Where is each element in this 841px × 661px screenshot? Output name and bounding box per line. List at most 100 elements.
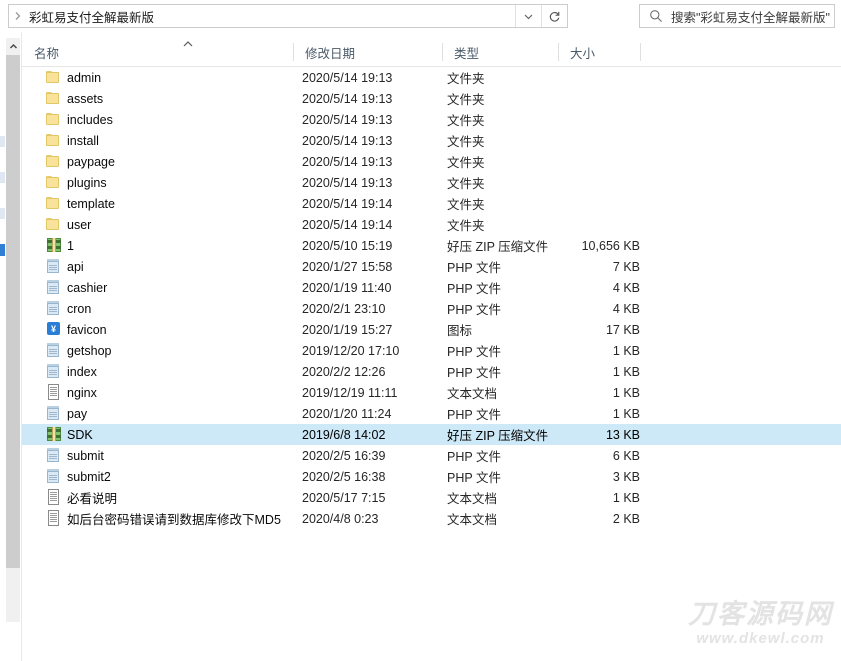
file-type: 文本文档 <box>447 383 577 402</box>
file-list[interactable]: admin2020/5/14 19:13文件夹assets2020/5/14 1… <box>22 67 841 661</box>
file-name[interactable]: submit <box>67 449 307 463</box>
file-icon-cell <box>46 363 62 379</box>
file-list-row[interactable]: plugins2020/5/14 19:13文件夹 <box>22 172 841 193</box>
file-list-row[interactable]: 如后台密码错误请到数据库修改下MD52020/4/8 0:23文本文档2 KB <box>22 508 841 529</box>
file-name[interactable]: submit2 <box>67 470 307 484</box>
file-list-row[interactable]: SDK2019/6/8 14:02好压 ZIP 压缩文件13 KB <box>22 424 841 445</box>
file-name[interactable]: api <box>67 260 307 274</box>
file-list-row[interactable]: admin2020/5/14 19:13文件夹 <box>22 67 841 88</box>
file-type: 文件夹 <box>447 152 577 171</box>
refresh-button[interactable] <box>541 5 567 27</box>
column-separator[interactable] <box>640 43 641 61</box>
file-date-modified: 2020/1/27 15:58 <box>302 260 447 274</box>
file-name[interactable]: nginx <box>67 386 307 400</box>
file-list-row[interactable]: getshop2019/12/20 17:10PHP 文件1 KB <box>22 340 841 361</box>
file-type: 文本文档 <box>447 509 577 528</box>
file-list-row[interactable]: install2020/5/14 19:13文件夹 <box>22 130 841 151</box>
nav-item-fragment <box>0 244 5 256</box>
file-type: 文件夹 <box>447 131 577 150</box>
file-name[interactable]: getshop <box>67 344 307 358</box>
column-header-name[interactable]: 名称 <box>22 38 293 66</box>
file-name[interactable]: favicon <box>67 323 307 337</box>
file-name[interactable]: install <box>67 134 307 148</box>
file-list-row[interactable]: includes2020/5/14 19:13文件夹 <box>22 109 841 130</box>
file-name[interactable]: assets <box>67 92 307 106</box>
file-type: PHP 文件 <box>447 341 577 360</box>
file-date-modified: 2019/6/8 14:02 <box>302 428 447 442</box>
search-input-placeholder[interactable]: 搜索"彩虹易支付全解最新版" <box>671 7 830 26</box>
file-date-modified: 2020/5/14 19:13 <box>302 155 447 169</box>
file-list-row[interactable]: 必看说明2020/5/17 7:15文本文档1 KB <box>22 487 841 508</box>
scrollbar-thumb[interactable] <box>6 55 20 568</box>
file-name[interactable]: 1 <box>67 239 307 253</box>
file-name[interactable]: plugins <box>67 176 307 190</box>
column-header-size-label: 大小 <box>570 43 595 62</box>
navigation-pane-scrollbar[interactable] <box>6 38 20 622</box>
file-name[interactable]: index <box>67 365 307 379</box>
column-header-type-label: 类型 <box>454 43 479 62</box>
breadcrumb-current-folder[interactable]: 彩虹易支付全解最新版 <box>27 7 515 26</box>
file-icon-cell <box>46 237 62 253</box>
file-list-row[interactable]: cron2020/2/1 23:10PHP 文件4 KB <box>22 298 841 319</box>
file-type: PHP 文件 <box>447 257 577 276</box>
file-date-modified: 2020/2/2 12:26 <box>302 365 447 379</box>
file-list-row[interactable]: submit2020/2/5 16:39PHP 文件6 KB <box>22 445 841 466</box>
column-header-row: 名称 修改日期 类型 大小 <box>22 38 841 67</box>
file-date-modified: 2020/1/20 11:24 <box>302 407 447 421</box>
file-type: 好压 ZIP 压缩文件 <box>447 425 577 444</box>
file-size: 4 KB <box>567 281 640 295</box>
file-list-row[interactable]: template2020/5/14 19:14文件夹 <box>22 193 841 214</box>
file-date-modified: 2020/5/14 19:13 <box>302 176 447 190</box>
file-list-row[interactable]: assets2020/5/14 19:13文件夹 <box>22 88 841 109</box>
file-type: 文件夹 <box>447 68 577 87</box>
file-type: 图标 <box>447 320 577 339</box>
file-name[interactable]: 必看说明 <box>67 488 307 507</box>
file-date-modified: 2020/1/19 15:27 <box>302 323 447 337</box>
file-list-row[interactable]: pay2020/1/20 11:24PHP 文件1 KB <box>22 403 841 424</box>
file-date-modified: 2020/2/1 23:10 <box>302 302 447 316</box>
file-list-row[interactable]: ¥favicon2020/1/19 15:27图标17 KB <box>22 319 841 340</box>
file-list-row[interactable]: paypage2020/5/14 19:13文件夹 <box>22 151 841 172</box>
file-size: 1 KB <box>567 491 640 505</box>
file-name[interactable]: SDK <box>67 428 307 442</box>
file-name[interactable]: cashier <box>67 281 307 295</box>
file-type: PHP 文件 <box>447 467 577 486</box>
file-name[interactable]: paypage <box>67 155 307 169</box>
file-icon-cell <box>46 174 62 190</box>
file-name[interactable]: cron <box>67 302 307 316</box>
scroll-up-button[interactable] <box>6 38 20 54</box>
file-date-modified: 2020/5/14 19:14 <box>302 197 447 211</box>
file-size: 1 KB <box>567 386 640 400</box>
search-box[interactable]: 搜索"彩虹易支付全解最新版" <box>639 4 835 28</box>
column-header-size[interactable]: 大小 <box>558 38 640 66</box>
file-list-row[interactable]: user2020/5/14 19:14文件夹 <box>22 214 841 235</box>
address-bar[interactable]: 彩虹易支付全解最新版 <box>8 4 568 28</box>
file-type: 文本文档 <box>447 488 577 507</box>
column-header-date-modified[interactable]: 修改日期 <box>293 38 442 66</box>
search-icon <box>648 8 664 24</box>
file-date-modified: 2020/5/14 19:13 <box>302 92 447 106</box>
file-name[interactable]: template <box>67 197 307 211</box>
file-name[interactable]: pay <box>67 407 307 421</box>
file-size: 2 KB <box>567 512 640 526</box>
file-icon-cell <box>46 384 62 400</box>
file-date-modified: 2020/2/5 16:39 <box>302 449 447 463</box>
file-list-row[interactable]: index2020/2/2 12:26PHP 文件1 KB <box>22 361 841 382</box>
file-type: PHP 文件 <box>447 299 577 318</box>
nav-item-fragment <box>0 136 5 147</box>
column-header-type[interactable]: 类型 <box>442 38 558 66</box>
address-dropdown-button[interactable] <box>515 5 541 27</box>
file-name[interactable]: 如后台密码错误请到数据库修改下MD5 <box>67 509 307 528</box>
file-list-row[interactable]: submit22020/2/5 16:38PHP 文件3 KB <box>22 466 841 487</box>
file-name[interactable]: admin <box>67 71 307 85</box>
file-name[interactable]: includes <box>67 113 307 127</box>
file-list-row[interactable]: cashier2020/1/19 11:40PHP 文件4 KB <box>22 277 841 298</box>
file-icon-cell <box>46 69 62 85</box>
file-list-row[interactable]: api2020/1/27 15:58PHP 文件7 KB <box>22 256 841 277</box>
file-list-row[interactable]: 12020/5/10 15:19好压 ZIP 压缩文件10,656 KB <box>22 235 841 256</box>
file-icon-cell <box>46 111 62 127</box>
file-name[interactable]: user <box>67 218 307 232</box>
file-size: 4 KB <box>567 302 640 316</box>
file-list-row[interactable]: nginx2019/12/19 11:11文本文档1 KB <box>22 382 841 403</box>
file-icon-cell <box>46 342 62 358</box>
